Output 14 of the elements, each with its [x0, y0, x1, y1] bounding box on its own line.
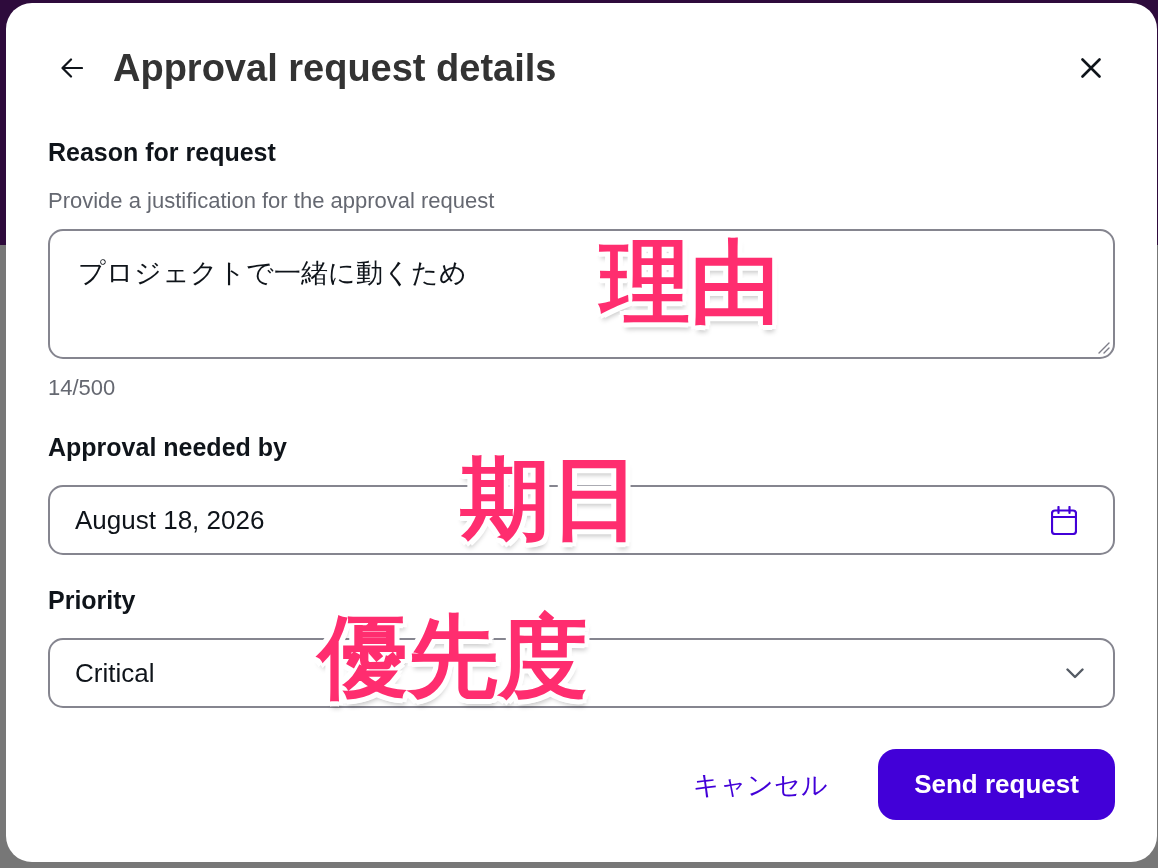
send-request-button[interactable]: Send request: [878, 749, 1115, 820]
field-description: Provide a justification for the approval request: [48, 187, 495, 215]
chevron-down-icon[interactable]: [1066, 667, 1084, 679]
character-counter: 14/500: [48, 374, 116, 402]
resize-grip-icon[interactable]: [1098, 342, 1110, 354]
close-icon[interactable]: [1081, 58, 1101, 78]
field-label: Reason for request: [48, 137, 276, 167]
cancel-link[interactable]: キャンセル: [693, 768, 828, 801]
field-label: Priority: [48, 585, 136, 615]
annotation-label: 理由: [600, 237, 780, 327]
back-arrow-icon[interactable]: [61, 58, 83, 78]
calendar-icon[interactable]: [1051, 505, 1077, 535]
field-label: Approval needed by: [48, 432, 287, 462]
dialog-title: Approval request details: [113, 46, 558, 90]
